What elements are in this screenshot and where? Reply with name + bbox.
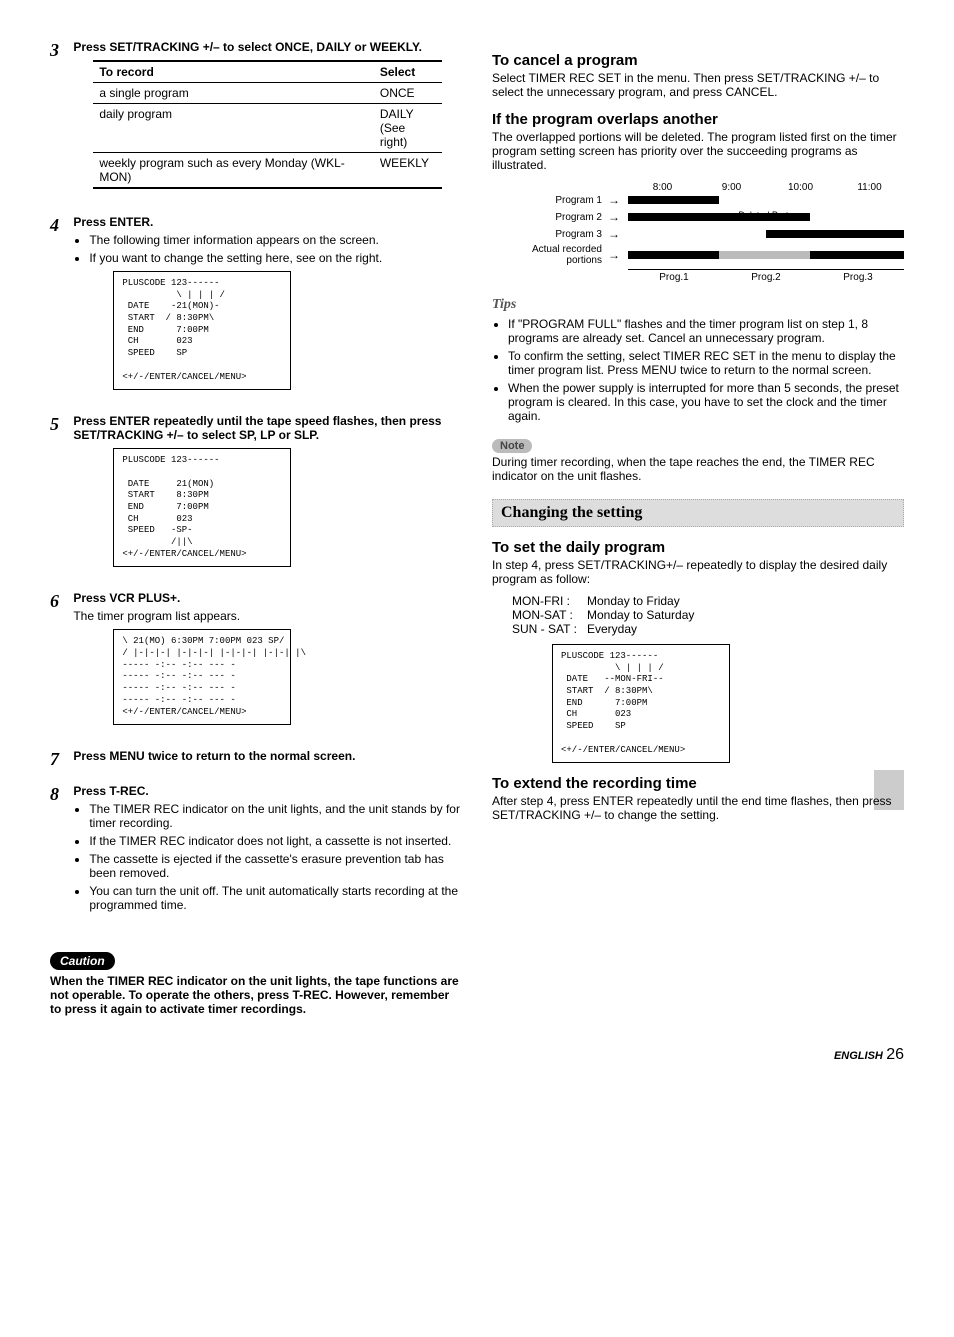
caution-text: When the TIMER REC indicator on the unit… [50, 974, 462, 1016]
axis-tick: 11:00 [835, 182, 904, 193]
step-4: 4 Press ENTER. The following timer infor… [50, 215, 462, 400]
step-title: Press ENTER. [73, 215, 460, 229]
step-title: Press MENU twice to return to the normal… [73, 749, 460, 763]
table-header: Select [374, 61, 442, 83]
arrow-icon: → [608, 210, 628, 224]
daily-key: MON-SAT : [512, 608, 587, 622]
step-number: 8 [50, 784, 70, 805]
section-text: In step 4, press SET/TRACKING+/– repeate… [492, 558, 904, 586]
step-number: 6 [50, 591, 70, 612]
timeline-label: Program 2 [512, 212, 608, 223]
screen-display: \ 21(MO) 6:30PM 7:00PM 023 SP/ / |-|-|-|… [113, 629, 291, 725]
axis-tick: 10:00 [766, 182, 835, 193]
table-cell: weekly program such as every Monday (WKL… [93, 153, 374, 189]
deleted-note: Deleted Parts [738, 210, 793, 220]
bullet: When the power supply is interrupted for… [508, 381, 904, 423]
left-column: 3 Press SET/TRACKING +/– to select ONCE,… [50, 40, 462, 1016]
daily-key: SUN - SAT : [512, 622, 587, 636]
step-title: Press T-REC. [73, 784, 460, 798]
select-table: To record Select a single program ONCE d… [93, 60, 441, 189]
table-cell: a single program [93, 83, 374, 104]
timeline-label: Program 3 [512, 229, 608, 240]
prog-label: Prog.2 [720, 272, 812, 283]
axis-tick: 9:00 [697, 182, 766, 193]
bullet: If "PROGRAM FULL" flashes and the timer … [508, 317, 904, 345]
page-footer: ENGLISH 26 [50, 1046, 904, 1064]
section-heading: To set the daily program [492, 539, 904, 556]
table-cell: ONCE [374, 83, 442, 104]
section-heading: If the program overlaps another [492, 111, 904, 128]
axis-tick: 8:00 [628, 182, 697, 193]
caution-label: Caution [50, 952, 115, 970]
tips-label: Tips [492, 297, 904, 313]
footer-page: 26 [886, 1046, 904, 1063]
table-cell: daily program [93, 104, 374, 153]
step-number: 7 [50, 749, 70, 770]
arrow-icon: → [608, 193, 628, 207]
section-heading: To cancel a program [492, 52, 904, 69]
bullet: If you want to change the setting here, … [89, 251, 460, 265]
table-cell: WEEKLY [374, 153, 442, 189]
step-number: 5 [50, 414, 70, 435]
step-title: Press ENTER repeatedly until the tape sp… [73, 414, 460, 442]
timeline-label: Program 1 [512, 195, 608, 206]
bullet: To confirm the setting, select TIMER REC… [508, 349, 904, 377]
daily-val: Everyday [587, 622, 637, 636]
screen-display: PLUSCODE 123------ \ | | | / DATE --MON-… [552, 644, 730, 763]
note-text: During timer recording, when the tape re… [492, 455, 904, 483]
bullet: The TIMER REC indicator on the unit ligh… [89, 802, 460, 830]
daily-key: MON-FRI : [512, 594, 587, 608]
prog-label: Prog.1 [628, 272, 720, 283]
screen-display: PLUSCODE 123------ DATE 21(MON) START 8:… [113, 448, 291, 567]
daily-list: MON-FRI :Monday to Friday MON-SAT :Monda… [512, 594, 904, 636]
arrow-icon: → [608, 227, 628, 241]
note-label: Note [492, 439, 532, 453]
section-text: After step 4, press ENTER repeatedly unt… [492, 794, 904, 822]
table-header: To record [93, 61, 374, 83]
screen-display: PLUSCODE 123------ \ | | | / DATE -21(MO… [113, 271, 291, 390]
step-number: 3 [50, 40, 70, 61]
prog-label: Prog.3 [812, 272, 904, 283]
step-title: Press SET/TRACKING +/– to select ONCE, D… [73, 40, 460, 54]
step-number: 4 [50, 215, 70, 236]
bullet: The cassette is ejected if the cassette'… [89, 852, 460, 880]
bullet: If the TIMER REC indicator does not ligh… [89, 834, 460, 848]
step-title: Press VCR PLUS+. [73, 591, 460, 605]
bullet: You can turn the unit off. The unit auto… [89, 884, 460, 912]
changing-heading: Changing the setting [492, 499, 904, 527]
timeline-label: Actual recorded portions [512, 244, 608, 266]
step-7: 7 Press MENU twice to return to the norm… [50, 749, 462, 770]
section-heading: To extend the recording time [492, 775, 904, 792]
daily-val: Monday to Saturday [587, 608, 694, 622]
bullet: The following timer information appears … [89, 233, 460, 247]
footer-lang: ENGLISH [834, 1050, 883, 1062]
step-3: 3 Press SET/TRACKING +/– to select ONCE,… [50, 40, 462, 201]
section-text: Select TIMER REC SET in the menu. Then p… [492, 71, 904, 99]
arrow-icon: → [608, 248, 628, 262]
step-subtitle: The timer program list appears. [73, 609, 460, 623]
step-6: 6 Press VCR PLUS+. The timer program lis… [50, 591, 462, 735]
step-8: 8 Press T-REC. The TIMER REC indicator o… [50, 784, 462, 918]
daily-val: Monday to Friday [587, 594, 680, 608]
step-5: 5 Press ENTER repeatedly until the tape … [50, 414, 462, 577]
right-column: To cancel a program Select TIMER REC SET… [492, 40, 904, 1016]
table-cell: DAILY (See right) [374, 104, 442, 153]
section-text: The overlapped portions will be deleted.… [492, 130, 904, 172]
overlap-diagram: 8:00 9:00 10:00 11:00 Program 1 → Progra… [512, 182, 904, 283]
